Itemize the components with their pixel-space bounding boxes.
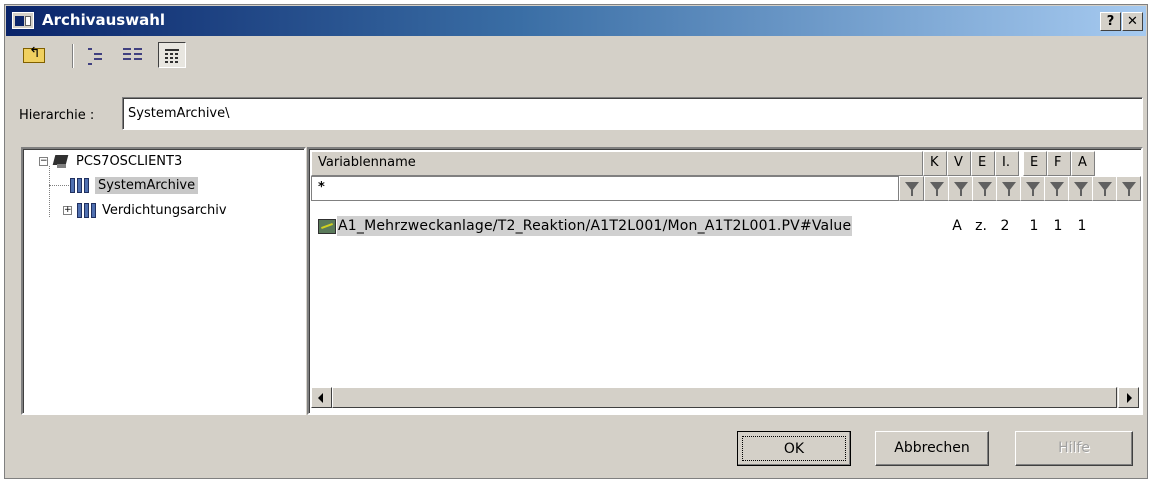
cell-e2: 1 <box>1029 218 1039 234</box>
column-header-f[interactable]: F <box>1047 151 1071 176</box>
cell-e: z. <box>975 218 987 234</box>
ok-button[interactable]: OK <box>737 431 851 466</box>
hierarchy-field[interactable]: SystemArchive\ <box>122 97 1143 130</box>
title-bar[interactable]: Archivauswahl ? ✕ <box>6 6 1146 36</box>
column-header-i[interactable]: I. <box>995 151 1019 176</box>
filter-icon[interactable] <box>996 176 1021 201</box>
tree-item-label: Verdichtungsarchiv <box>102 202 227 218</box>
help-title-button[interactable]: ? <box>1100 12 1121 31</box>
list-view-icon[interactable] <box>120 42 146 68</box>
horizontal-scrollbar[interactable] <box>311 387 1139 408</box>
filter-icon[interactable] <box>899 176 924 201</box>
ok-button-label: OK <box>742 436 846 461</box>
filter-icon[interactable] <box>972 176 997 201</box>
filter-icon[interactable] <box>1044 176 1069 201</box>
column-header-e2[interactable]: E <box>1023 151 1047 176</box>
archive-tree[interactable]: − PCS7OSCLIENT3 SystemArchive + Verdicht… <box>21 147 306 415</box>
cell-a: 1 <box>1077 218 1087 234</box>
cell-i: 2 <box>1000 218 1010 234</box>
tree-item-systemarchive[interactable]: SystemArchive <box>69 176 199 194</box>
scroll-thumb[interactable] <box>332 387 1117 408</box>
tree-line <box>49 185 69 186</box>
window-title: Archivauswahl <box>42 11 166 29</box>
tree-view-icon[interactable] <box>83 42 109 68</box>
column-header-v[interactable]: V <box>947 151 971 176</box>
details-view-icon[interactable] <box>158 42 186 68</box>
tree-root-label: PCS7OSCLIENT3 <box>76 153 183 169</box>
tree-line <box>49 166 50 217</box>
archive-selection-dialog: Archivauswahl ? ✕ Hierarchie : SystemArc… <box>4 4 1148 479</box>
collapse-icon[interactable]: − <box>39 156 48 166</box>
filter-icon[interactable] <box>1116 176 1141 201</box>
filter-row: * <box>311 176 1141 201</box>
scroll-left-icon[interactable] <box>311 387 332 408</box>
table-row[interactable]: A1_Mehrzweckanlage/T2_Reaktion/A1T2L001/… <box>315 216 1135 238</box>
tree-root[interactable]: − PCS7OSCLIENT3 <box>39 152 182 170</box>
filter-icon[interactable] <box>1092 176 1117 201</box>
filter-icon[interactable] <box>1068 176 1093 201</box>
filter-icon[interactable] <box>1020 176 1045 201</box>
cell-f: 1 <box>1053 218 1063 234</box>
archive-tag-icon <box>318 219 336 234</box>
hierarchy-label: Hierarchie : <box>19 108 95 123</box>
archive-icon <box>76 201 98 219</box>
filter-icon[interactable] <box>948 176 973 201</box>
name-filter-input[interactable]: * <box>311 176 899 201</box>
tree-item-verdichtungsarchiv[interactable]: + Verdichtungsarchiv <box>63 201 227 219</box>
help-button: Hilfe <box>1015 431 1133 466</box>
column-header-k[interactable]: K <box>923 151 947 176</box>
app-icon <box>12 12 34 29</box>
column-header-e[interactable]: E <box>971 151 995 176</box>
column-header-variablenname[interactable]: Variablenname <box>311 151 923 176</box>
cancel-button[interactable]: Abbrechen <box>875 431 989 466</box>
close-button[interactable]: ✕ <box>1122 12 1143 31</box>
scroll-right-icon[interactable] <box>1118 387 1139 408</box>
computer-icon <box>52 152 70 170</box>
variable-name-cell: A1_Mehrzweckanlage/T2_Reaktion/A1T2L001/… <box>337 216 853 236</box>
archive-icon <box>69 176 91 194</box>
toolbar-separator <box>72 44 74 68</box>
tree-item-label: SystemArchive <box>95 176 199 194</box>
variable-grid[interactable]: Variablenname K V E I. E F A * A1_Mehrzw… <box>307 147 1143 415</box>
cell-v: A <box>952 218 962 234</box>
expand-icon[interactable]: + <box>63 205 72 215</box>
folder-up-icon[interactable] <box>19 42 49 68</box>
filter-icon[interactable] <box>924 176 949 201</box>
column-header-a[interactable]: A <box>1071 151 1095 176</box>
